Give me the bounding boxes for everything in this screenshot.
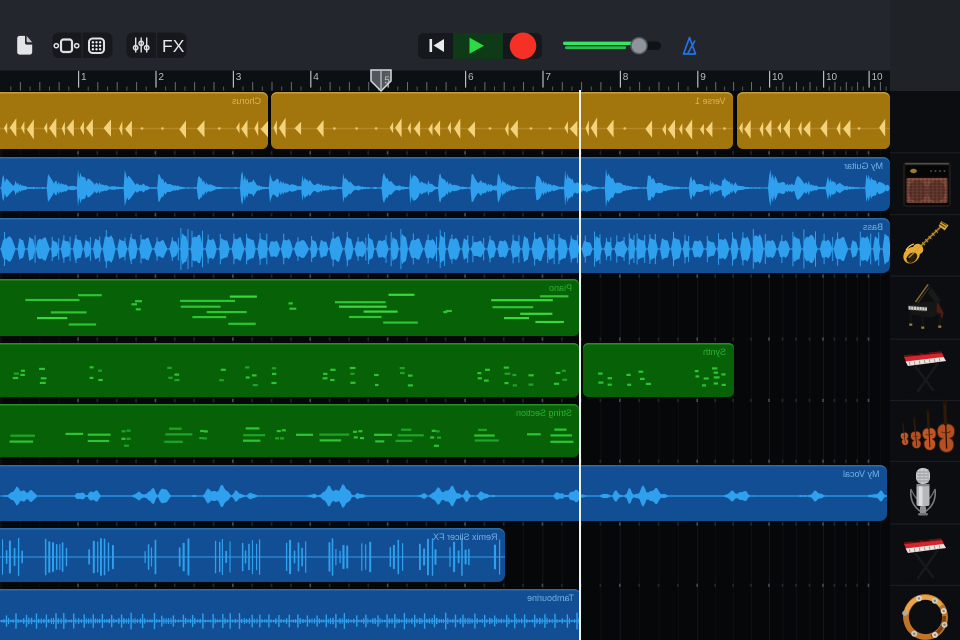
svg-text:9: 9 <box>700 72 706 83</box>
svg-text:10: 10 <box>826 72 838 83</box>
svg-text:3: 3 <box>236 72 242 83</box>
svg-text:4: 4 <box>313 72 319 83</box>
svg-text:10: 10 <box>872 72 884 83</box>
svg-text:FX: FX <box>162 36 185 56</box>
svg-text:10: 10 <box>772 72 784 83</box>
svg-text:8: 8 <box>623 72 629 83</box>
svg-text:1: 1 <box>81 72 87 83</box>
svg-text:6: 6 <box>468 72 474 83</box>
svg-text:7: 7 <box>545 72 551 83</box>
svg-text:5: 5 <box>384 75 390 86</box>
svg-text:2: 2 <box>158 72 164 83</box>
